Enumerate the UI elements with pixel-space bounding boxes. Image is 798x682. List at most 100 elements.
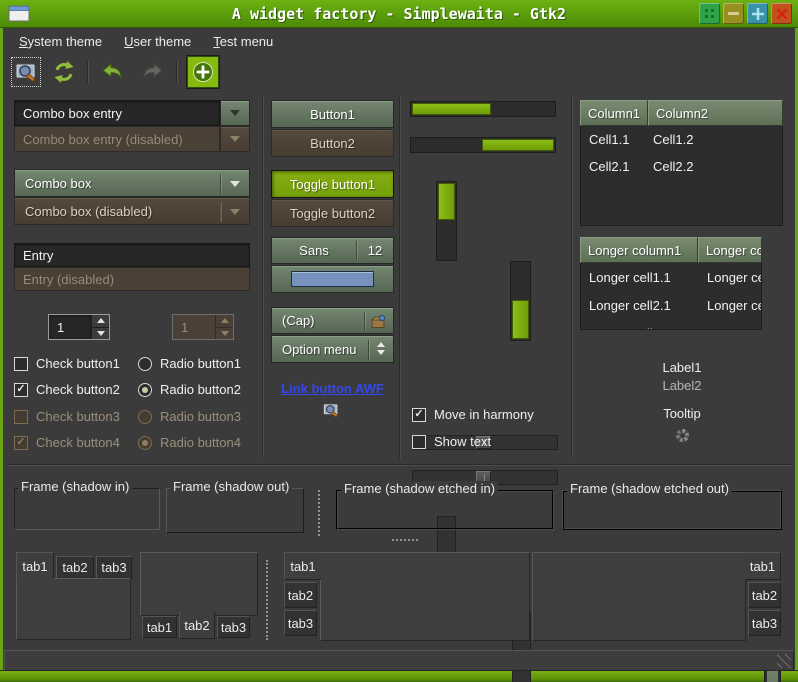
link-button[interactable]: Link button AWF — [271, 381, 394, 396]
spin-down-button[interactable] — [92, 327, 109, 340]
undo-tool-button[interactable] — [98, 58, 128, 86]
color-button[interactable] — [271, 265, 394, 293]
table-cell: Longer cell2.2 — [699, 298, 761, 313]
arrow-down-icon — [97, 331, 105, 336]
button1[interactable]: Button1 — [271, 100, 394, 128]
table-row[interactable]: Longer cell1.1 Longer cell1.2 — [581, 263, 761, 291]
text-entry[interactable]: Entry — [14, 243, 250, 267]
spin-button[interactable]: 1 — [48, 314, 110, 340]
option-menu[interactable]: Option menu — [271, 335, 394, 363]
menubar: System theme User theme Test menu — [3, 28, 795, 54]
show-text-checkbox[interactable]: ✓ Show text — [412, 434, 491, 449]
checkbox-icon[interactable]: ✓ — [412, 435, 426, 449]
radio-icon — [138, 436, 152, 450]
file-chooser-button[interactable]: (Cap) — [271, 307, 394, 334]
window-border-left — [0, 28, 3, 682]
frame-label: Frame (shadow in) — [18, 479, 132, 494]
close-button[interactable] — [771, 3, 792, 24]
spin-down-button — [216, 327, 233, 340]
toggle-button2[interactable]: Toggle button2 — [271, 199, 394, 227]
toggle-button1[interactable]: Toggle button1 — [271, 170, 394, 198]
menu-test-menu[interactable]: Test menu — [205, 31, 281, 52]
combo-box-entry-text[interactable]: Combo box entry — [14, 100, 220, 126]
tab-left-2[interactable]: tab2 — [284, 582, 317, 608]
font-button[interactable]: Sans 12 — [271, 237, 394, 264]
tab-left-3[interactable]: tab3 — [284, 610, 317, 636]
table-body[interactable]: Longer cell1.1 Longer cell1.2 Longer cel… — [580, 263, 762, 330]
spin-up-button[interactable] — [92, 315, 109, 327]
maximize-button[interactable] — [747, 3, 768, 24]
radio-button-4: Radio button4 — [138, 435, 241, 450]
table-row[interactable]: Longer cell2.1 Longer cell2.2 — [581, 291, 761, 319]
spin-value[interactable]: 1 — [49, 315, 91, 339]
radio-icon[interactable] — [138, 383, 152, 397]
column-header[interactable]: Column1 — [580, 100, 648, 126]
combo-box[interactable]: Combo box — [14, 169, 250, 197]
tab-right-1[interactable]: tab1 — [745, 552, 781, 580]
notebook-bottom-panel — [140, 552, 258, 616]
menu-system-theme[interactable]: System theme — [11, 31, 110, 52]
combo-box-entry-disabled-text: Combo box entry (disabled) — [14, 126, 220, 152]
spin-button-disabled: 1 — [172, 314, 234, 340]
tab-top-2[interactable]: tab2 — [56, 556, 94, 579]
check-button-4: ✓ Check button4 — [14, 435, 120, 450]
tab-top-3[interactable]: tab3 — [96, 556, 132, 579]
resize-grip[interactable] — [777, 654, 791, 668]
table-cell: Cell2.2 — [645, 159, 693, 174]
combo-box-entry-disabled: Combo box entry (disabled) — [14, 126, 250, 152]
arrow-up-icon — [221, 318, 229, 323]
column-header[interactable]: Longer column2 — [698, 237, 762, 263]
search-tool-button[interactable] — [11, 57, 41, 87]
tooltip-label: Tooltip — [580, 406, 784, 421]
checkbox-icon[interactable]: ✓ — [14, 357, 28, 371]
toolbar-separator — [87, 61, 89, 83]
tab-bottom-1[interactable]: tab1 — [142, 616, 177, 638]
window-title: A widget factory - Simplewaita - Gtk2 — [0, 5, 798, 23]
table-cell: Longer cell3.2 — [699, 326, 761, 331]
titlebar[interactable]: A widget factory - Simplewaita - Gtk2 — [0, 0, 798, 28]
text-entry-disabled: Entry (disabled) — [14, 267, 250, 291]
move-in-harmony-checkbox[interactable]: ✓ Move in harmony — [412, 407, 534, 422]
vertical-separator — [266, 560, 268, 640]
table-row[interactable]: Longer cell3.1 Longer cell3.2 — [581, 319, 761, 330]
tab-right-3[interactable]: tab3 — [748, 610, 781, 636]
maximize-icon — [751, 7, 765, 21]
tab-left-1[interactable]: tab1 — [284, 552, 321, 580]
radio-button-2[interactable]: Radio button2 — [138, 382, 241, 397]
minimize-button[interactable] — [723, 3, 744, 24]
table-body[interactable]: Cell1.1 Cell1.2 Cell2.1 Cell2.2 — [580, 126, 783, 226]
column-header[interactable]: Longer column1 — [580, 237, 698, 263]
checkbox-icon[interactable]: ✓ — [14, 383, 28, 397]
checkbox-icon: ✓ — [14, 436, 28, 450]
tab-right-2[interactable]: tab2 — [748, 582, 781, 608]
column-header[interactable]: Column2 — [648, 100, 783, 126]
window: A widget factory - Simplewaita - Gtk2 Sy… — [0, 0, 798, 682]
combo-box-entry[interactable]: Combo box entry — [14, 100, 250, 126]
redo-icon — [139, 60, 165, 84]
progress-bar-left — [410, 101, 556, 117]
table-cell: Longer cell2.1 — [581, 298, 699, 313]
check-button-1[interactable]: ✓ Check button1 — [14, 356, 120, 371]
separator — [6, 464, 792, 466]
radio-icon[interactable] — [138, 357, 152, 371]
tab-top-1[interactable]: tab1 — [16, 552, 54, 579]
tab-bottom-3[interactable]: tab3 — [217, 616, 250, 638]
frame-shadow-etched-out — [562, 490, 782, 530]
treeview-1: Column1 Column2 Cell1.1 Cell1.2 Cell2.1 … — [580, 100, 783, 226]
radio-button-1[interactable]: Radio button1 — [138, 356, 241, 371]
close-icon — [775, 7, 789, 21]
add-tool-button[interactable] — [187, 56, 219, 88]
menu-user-theme[interactable]: User theme — [116, 31, 199, 52]
refresh-tool-button[interactable] — [50, 58, 78, 86]
tab-bottom-2[interactable]: tab2 — [179, 612, 215, 639]
chevron-down-icon — [230, 181, 240, 187]
combo-box-disabled: Combo box (disabled) — [14, 197, 250, 225]
add-icon — [191, 60, 215, 84]
window-menu-button[interactable] — [699, 3, 720, 24]
combo-box-entry-dropdown[interactable] — [220, 100, 250, 126]
checkbox-icon[interactable]: ✓ — [412, 408, 426, 422]
table-row[interactable]: Cell2.1 Cell2.2 — [581, 153, 782, 180]
frame-shadow-in — [14, 488, 160, 530]
table-row[interactable]: Cell1.1 Cell1.2 — [581, 126, 782, 153]
check-button-2[interactable]: ✓ Check button2 — [14, 382, 120, 397]
